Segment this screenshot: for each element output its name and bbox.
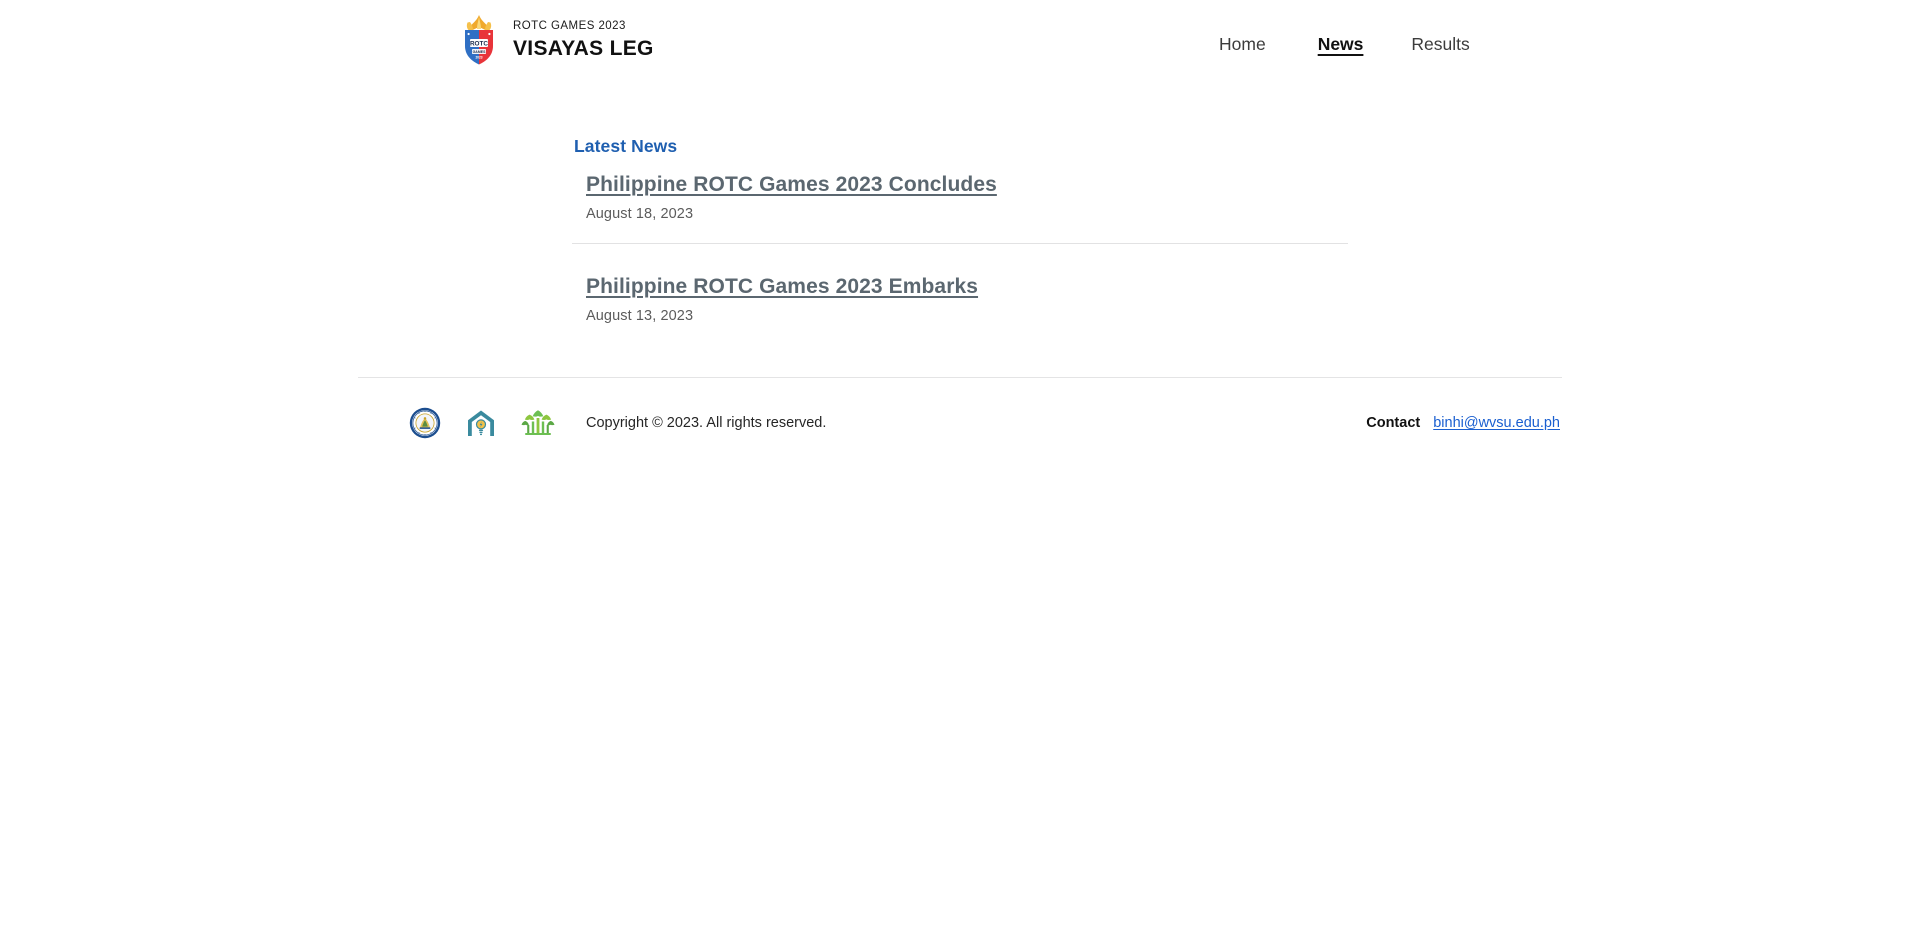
brand-logo-link[interactable]: ROTC GAMES 2023 ROTC GAMES 2023 VISAYAS … xyxy=(459,13,654,67)
brand-kicker: ROTC GAMES 2023 xyxy=(513,19,626,32)
svg-text:GAMES: GAMES xyxy=(473,50,487,54)
news-date: August 13, 2023 xyxy=(586,308,694,325)
footer-left-group: Copyright © 2023. All rights reserved. xyxy=(409,407,826,439)
wvsu-university-seal-icon xyxy=(409,407,441,439)
rotc-shield-flame-logo-icon: ROTC GAMES 2023 xyxy=(459,13,499,67)
copyright-text: Copyright © 2023. All rights reserved. xyxy=(586,415,827,431)
page-title: Latest News xyxy=(574,135,678,156)
house-lightbulb-icon xyxy=(465,407,497,439)
news-title-link[interactable]: Philippine ROTC Games 2023 Concludes xyxy=(586,172,997,197)
nav-item-home[interactable]: Home xyxy=(1219,34,1266,55)
site-footer: Copyright © 2023. All rights reserved. C… xyxy=(358,377,1562,462)
news-title-link[interactable]: Philippine ROTC Games 2023 Embarks xyxy=(586,274,978,299)
page-root: ROTC GAMES 2023 ROTC GAMES 2023 VISAYAS … xyxy=(0,0,1917,939)
news-list: Philippine ROTC Games 2023 Concludes Aug… xyxy=(572,172,1348,324)
contact-email-link[interactable]: binhi@wvsu.edu.ph xyxy=(1433,415,1560,431)
nav-item-results[interactable]: Results xyxy=(1411,34,1469,55)
main-navigation: Home News Results xyxy=(1200,34,1917,55)
footer-inner: Copyright © 2023. All rights reserved. C… xyxy=(358,378,1562,462)
news-list-item: Philippine ROTC Games 2023 Embarks Augus… xyxy=(572,243,1348,324)
svg-text:2023: 2023 xyxy=(475,56,482,60)
news-list-item: Philippine ROTC Games 2023 Concludes Aug… xyxy=(572,172,1348,222)
brand-title: VISAYAS LEG xyxy=(513,37,654,61)
svg-text:ROTC: ROTC xyxy=(470,40,488,47)
site-header: ROTC GAMES 2023 ROTC GAMES 2023 VISAYAS … xyxy=(0,0,1917,88)
nav-item-news[interactable]: News xyxy=(1318,34,1364,55)
footer-contact-group: Contact binhi@wvsu.edu.ph xyxy=(1366,415,1560,431)
brand-text: ROTC GAMES 2023 VISAYAS LEG xyxy=(513,19,654,61)
news-date: August 18, 2023 xyxy=(586,206,694,223)
green-plant-icon xyxy=(521,407,555,439)
contact-label: Contact xyxy=(1366,415,1421,431)
